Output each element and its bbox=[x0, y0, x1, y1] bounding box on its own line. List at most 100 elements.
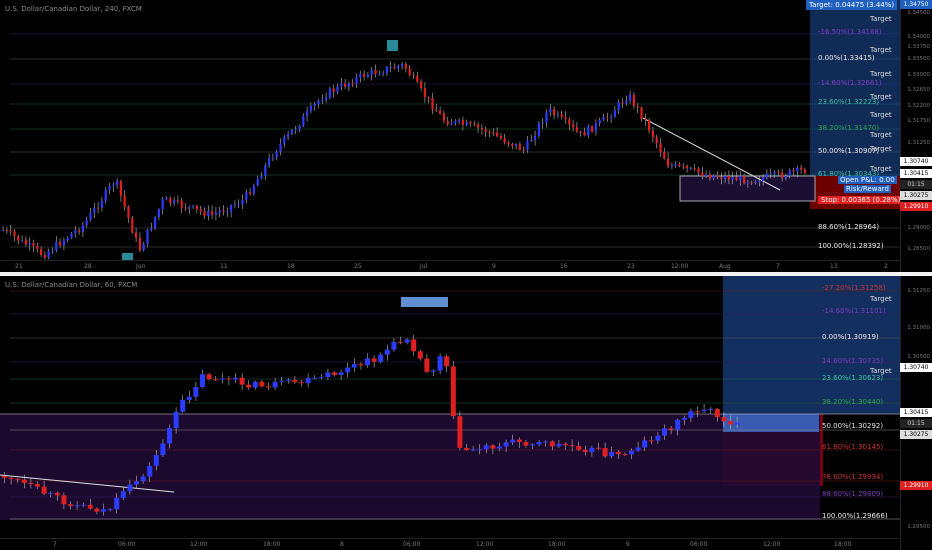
candle-body bbox=[153, 455, 159, 466]
candle-body bbox=[735, 177, 738, 181]
time-tick: Jun bbox=[136, 263, 146, 270]
price-axis-1h[interactable]: 1.31250 1.31000 1.30500 1.29500 1.30740 … bbox=[900, 276, 932, 550]
candle-body bbox=[347, 83, 350, 87]
candle-body bbox=[613, 110, 616, 117]
target-label: Target bbox=[870, 46, 892, 54]
candle-body bbox=[758, 181, 761, 183]
candle-body bbox=[299, 382, 304, 384]
pane-title: U.S. Dollar/Canadian Dollar, 60, FXCM bbox=[5, 281, 138, 289]
candle-body bbox=[516, 439, 522, 443]
candle-body bbox=[488, 132, 491, 134]
candle-body bbox=[249, 192, 252, 194]
candle-body bbox=[252, 185, 255, 194]
candle-body bbox=[237, 204, 240, 206]
peak-marker bbox=[401, 297, 448, 307]
candle-body bbox=[93, 207, 96, 213]
candle-body bbox=[549, 441, 555, 447]
candle-body bbox=[416, 75, 419, 82]
candle-body bbox=[648, 440, 654, 442]
candle-body bbox=[17, 236, 20, 241]
chart-pane-1h[interactable]: U.S. Dollar/Canadian Dollar, 60, FXCM -2… bbox=[0, 276, 932, 550]
candle-body bbox=[2, 229, 5, 231]
candle-body bbox=[701, 409, 707, 412]
candle-body bbox=[186, 396, 192, 400]
candle-body bbox=[579, 131, 582, 133]
candle-body bbox=[81, 504, 87, 506]
candle-body bbox=[739, 175, 742, 181]
candle-body bbox=[596, 447, 601, 449]
candle-body bbox=[140, 476, 146, 482]
candle-body bbox=[351, 83, 354, 85]
time-tick: 12:00 bbox=[190, 541, 208, 548]
candle-body bbox=[408, 68, 411, 76]
candle-body bbox=[484, 129, 487, 133]
chart-canvas-4h[interactable] bbox=[0, 0, 900, 260]
candle-body bbox=[2, 476, 7, 478]
time-tick: 18:00 bbox=[548, 541, 566, 548]
candle-body bbox=[290, 130, 293, 134]
chart-canvas-1h[interactable] bbox=[0, 276, 900, 538]
candle-body bbox=[21, 479, 27, 483]
candle-body bbox=[160, 443, 166, 456]
candle-body bbox=[313, 104, 316, 107]
candles-4h bbox=[2, 61, 806, 260]
time-tick: 9 bbox=[626, 541, 630, 548]
time-tick: 18:00 bbox=[263, 541, 281, 548]
candle-body bbox=[325, 372, 331, 378]
candle-body bbox=[503, 442, 509, 447]
price-axis-4h[interactable]: 1.34500 1.34000 1.33750 1.33500 1.33000 … bbox=[900, 0, 932, 272]
candle-body bbox=[358, 364, 364, 366]
candle-body bbox=[648, 119, 651, 131]
candle-body bbox=[583, 131, 586, 136]
candle-body bbox=[404, 339, 410, 343]
candle-body bbox=[389, 67, 392, 69]
candle-body bbox=[47, 251, 50, 258]
candle-body bbox=[384, 349, 390, 355]
candle-body bbox=[59, 241, 62, 246]
candle-body bbox=[473, 123, 476, 125]
candle-body bbox=[712, 175, 715, 179]
candle-body bbox=[55, 241, 58, 251]
candle-body bbox=[424, 358, 430, 372]
time-axis-4h[interactable]: 21 28 Jun 11 18 25 Jul 9 16 23 12:00 Aug… bbox=[0, 260, 900, 272]
time-tick: 12:00 bbox=[476, 541, 494, 548]
candle-body bbox=[120, 491, 126, 498]
candle-body bbox=[351, 364, 357, 368]
candle-body bbox=[268, 158, 271, 166]
candle-body bbox=[340, 83, 343, 87]
candle-body bbox=[681, 417, 687, 420]
candle-body bbox=[642, 440, 648, 448]
time-tick: 18 bbox=[287, 263, 295, 270]
chart-pane-4h[interactable]: U.S. Dollar/Canadian Dollar, 240, FXCM -… bbox=[0, 0, 932, 272]
candle-body bbox=[134, 481, 139, 485]
candle-body bbox=[708, 174, 711, 179]
candle-body bbox=[420, 81, 423, 89]
candle-body bbox=[458, 120, 461, 122]
target-label: Target bbox=[870, 295, 892, 303]
candle-body bbox=[294, 129, 297, 131]
candle-body bbox=[556, 443, 562, 447]
candle-body bbox=[279, 143, 282, 152]
time-axis-1h[interactable]: 7 06:00 12:00 18:00 8 06:00 12:00 18:00 … bbox=[0, 538, 900, 550]
candle-body bbox=[727, 175, 730, 180]
candle-body bbox=[469, 122, 472, 124]
time-tick: Jul bbox=[420, 263, 428, 270]
candle-body bbox=[644, 118, 647, 120]
candle-body bbox=[35, 484, 40, 487]
candle-body bbox=[378, 354, 384, 362]
time-tick: 8 bbox=[340, 541, 344, 548]
candle-body bbox=[497, 446, 502, 449]
time-tick: 12:00 bbox=[671, 263, 689, 270]
candle-body bbox=[454, 120, 457, 124]
candle-body bbox=[87, 504, 93, 509]
candle-body bbox=[522, 149, 525, 151]
candle-body bbox=[569, 445, 575, 447]
price-tick: 1.31000 bbox=[907, 325, 930, 331]
target-label: Target bbox=[870, 93, 892, 101]
candle-body bbox=[62, 240, 65, 246]
candle-body bbox=[116, 181, 119, 185]
candle-body bbox=[470, 449, 476, 451]
candle-body bbox=[54, 492, 60, 496]
candle-body bbox=[68, 504, 73, 507]
candle-body bbox=[78, 230, 81, 232]
